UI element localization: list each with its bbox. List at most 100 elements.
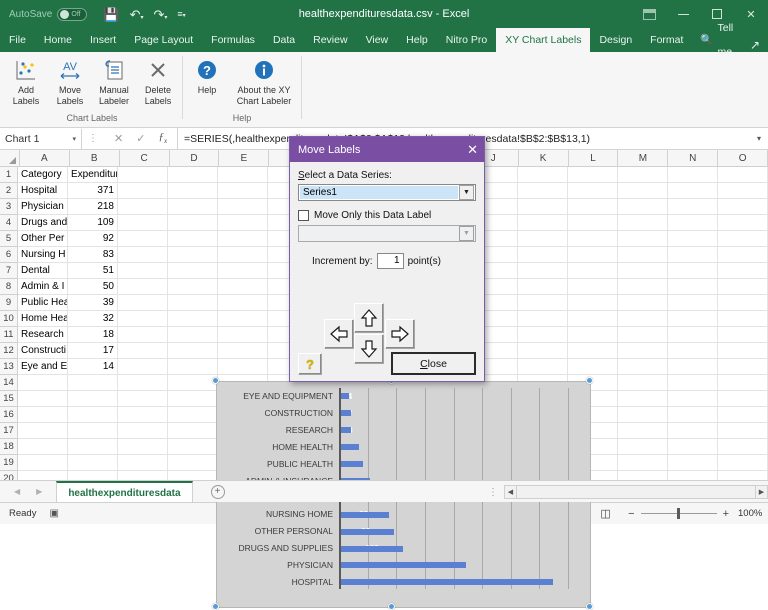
cell-A15[interactable] xyxy=(18,391,68,406)
ribbon-tab-formulas[interactable]: Formulas xyxy=(202,28,264,52)
save-icon[interactable]: 💾 xyxy=(103,8,119,21)
cell-D19[interactable] xyxy=(168,455,218,470)
select-all-corner[interactable] xyxy=(0,150,20,166)
cell-D15[interactable] xyxy=(168,391,218,406)
ribbon-tab-help[interactable]: Help xyxy=(397,28,437,52)
cell-N9[interactable] xyxy=(668,295,718,310)
cell-E7[interactable] xyxy=(218,263,268,278)
cell-M6[interactable] xyxy=(618,247,668,262)
cell-A14[interactable] xyxy=(18,375,68,390)
row-header-15[interactable]: 15 xyxy=(0,391,17,407)
cell-K8[interactable] xyxy=(518,279,568,294)
column-header-D[interactable]: D xyxy=(170,150,220,166)
row-header-14[interactable]: 14 xyxy=(0,375,17,391)
cell-O5[interactable] xyxy=(718,231,768,246)
cell-N13[interactable] xyxy=(668,359,718,374)
scroll-split-handle[interactable]: ⋮ xyxy=(482,487,504,498)
chart-bar-row[interactable] xyxy=(341,456,570,473)
cell-O3[interactable] xyxy=(718,199,768,214)
column-header-N[interactable]: N xyxy=(668,150,718,166)
insert-function-icon[interactable]: ƒx xyxy=(158,131,167,145)
chart-bar[interactable] xyxy=(341,546,403,552)
cell-C2[interactable] xyxy=(118,183,168,198)
cell-N14[interactable] xyxy=(668,375,718,390)
cell-O11[interactable] xyxy=(718,327,768,342)
cell-O2[interactable] xyxy=(718,183,768,198)
cell-E6[interactable] xyxy=(218,247,268,262)
cell-D16[interactable] xyxy=(168,407,218,422)
cell-B11[interactable]: 18 xyxy=(68,327,118,342)
cell-B6[interactable]: 83 xyxy=(68,247,118,262)
column-header-A[interactable]: A xyxy=(20,150,70,166)
cell-C6[interactable] xyxy=(118,247,168,262)
cell-A3[interactable]: Physician xyxy=(18,199,68,214)
zoom-out-button[interactable]: − xyxy=(628,508,634,520)
cell-M17[interactable] xyxy=(618,423,668,438)
cell-B16[interactable] xyxy=(68,407,118,422)
chart-handle-bottom-right[interactable] xyxy=(586,603,593,610)
cell-M11[interactable] xyxy=(618,327,668,342)
cell-A8[interactable]: Admin & I xyxy=(18,279,68,294)
cell-L11[interactable] xyxy=(568,327,618,342)
chevron-down-icon[interactable]: ▾ xyxy=(72,135,76,143)
cell-L2[interactable] xyxy=(568,183,618,198)
cell-K9[interactable] xyxy=(518,295,568,310)
cell-C11[interactable] xyxy=(118,327,168,342)
cell-B13[interactable]: 14 xyxy=(68,359,118,374)
chart-bar[interactable] xyxy=(341,579,553,585)
chart-bar-row[interactable] xyxy=(341,557,570,574)
cell-M10[interactable] xyxy=(618,311,668,326)
cell-C12[interactable] xyxy=(118,343,168,358)
row-header-1[interactable]: 1 xyxy=(0,167,17,183)
row-header-2[interactable]: 2 xyxy=(0,183,17,199)
cell-C14[interactable] xyxy=(118,375,168,390)
cell-M5[interactable] xyxy=(618,231,668,246)
cell-L13[interactable] xyxy=(568,359,618,374)
ribbon-tab-file[interactable]: File xyxy=(0,28,35,52)
cell-C5[interactable] xyxy=(118,231,168,246)
row-header-19[interactable]: 19 xyxy=(0,455,17,471)
cell-N15[interactable] xyxy=(668,391,718,406)
cell-D18[interactable] xyxy=(168,439,218,454)
chart-bar-row[interactable] xyxy=(341,523,570,540)
minimize-icon[interactable] xyxy=(666,0,700,28)
cell-B15[interactable] xyxy=(68,391,118,406)
cell-A10[interactable]: Home Hea xyxy=(18,311,68,326)
cell-O16[interactable] xyxy=(718,407,768,422)
row-header-9[interactable]: 9 xyxy=(0,295,17,311)
previous-sheet-icon[interactable]: ◀ xyxy=(14,487,20,496)
next-sheet-icon[interactable]: ▶ xyxy=(36,487,42,496)
column-header-M[interactable]: M xyxy=(618,150,668,166)
cell-B9[interactable]: 39 xyxy=(68,295,118,310)
cell-L8[interactable] xyxy=(568,279,618,294)
row-header-13[interactable]: 13 xyxy=(0,359,17,375)
chart-bar-row[interactable] xyxy=(341,439,570,456)
cell-N7[interactable] xyxy=(668,263,718,278)
cell-M3[interactable] xyxy=(618,199,668,214)
cell-A11[interactable]: Research xyxy=(18,327,68,342)
cell-D6[interactable] xyxy=(168,247,218,262)
add-sheet-button[interactable]: + xyxy=(211,485,225,499)
row-header-12[interactable]: 12 xyxy=(0,343,17,359)
cell-B12[interactable]: 17 xyxy=(68,343,118,358)
cell-L6[interactable] xyxy=(568,247,618,262)
chart-handle-bottom-left[interactable] xyxy=(212,603,219,610)
cell-D8[interactable] xyxy=(168,279,218,294)
cell-O17[interactable] xyxy=(718,423,768,438)
cell-O18[interactable] xyxy=(718,439,768,454)
move-down-button[interactable] xyxy=(354,334,384,364)
zoom-in-button[interactable]: + xyxy=(723,508,729,520)
ribbon-tab-review[interactable]: Review xyxy=(304,28,356,52)
cell-E1[interactable] xyxy=(218,167,268,182)
cell-O13[interactable] xyxy=(718,359,768,374)
cell-C15[interactable] xyxy=(118,391,168,406)
name-box[interactable]: Chart 1 ▾ xyxy=(0,129,82,149)
row-header-5[interactable]: 5 xyxy=(0,231,17,247)
chart-bar[interactable] xyxy=(341,562,466,568)
cell-C18[interactable] xyxy=(118,439,168,454)
cell-E13[interactable] xyxy=(218,359,268,374)
row-header-18[interactable]: 18 xyxy=(0,439,17,455)
cell-A7[interactable]: Dental xyxy=(18,263,68,278)
cell-D4[interactable] xyxy=(168,215,218,230)
cell-D17[interactable] xyxy=(168,423,218,438)
